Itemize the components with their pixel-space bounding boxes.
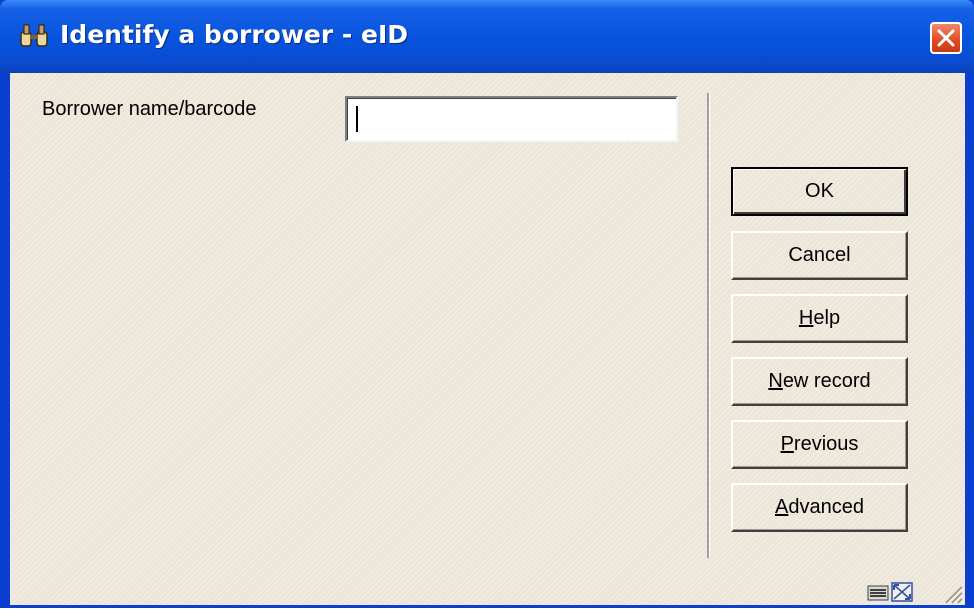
new-record-label: New record [768,370,870,393]
new-record-label-rest: ew record [782,370,871,392]
help-label-rest: elp [813,307,841,329]
ok-label: OK [805,180,834,202]
previous-mnemonic: P [780,433,794,455]
text-caret [356,106,358,132]
close-button[interactable] [930,22,962,54]
advanced-button[interactable]: Advanced [731,483,908,532]
window-title: Identify a borrower - eID [60,20,408,49]
dialog-window: Identify a borrower - eID Borrower name/… [0,0,974,608]
vertical-divider [707,93,710,558]
keyboard-icon[interactable] [867,585,889,601]
cancel-button[interactable]: Cancel [731,231,908,280]
borrower-label: Borrower name/barcode [42,98,257,120]
previous-button[interactable]: Previous [731,420,908,469]
borrower-input-frame[interactable] [345,96,678,142]
previous-label-rest: revious [793,433,859,455]
resize-window-icon[interactable] [891,582,913,602]
binoculars-icon [18,22,52,50]
help-button[interactable]: Help [731,294,908,343]
cancel-label: Cancel [788,244,851,266]
title-bar[interactable]: Identify a borrower - eID [0,0,974,73]
advanced-label-rest: dvanced [788,496,864,518]
help-label: Help [799,307,840,330]
status-icons [867,581,917,603]
size-grip-icon[interactable] [938,579,964,605]
ok-button[interactable]: OK [731,167,908,216]
advanced-label: Advanced [775,496,864,519]
advanced-mnemonic: A [775,496,789,518]
help-mnemonic: H [798,307,814,329]
new-record-mnemonic: N [768,370,783,392]
previous-label: Previous [781,433,859,456]
close-icon [937,29,955,47]
dialog-body: Borrower name/barcode OK Cancel Help New… [10,73,965,605]
borrower-input[interactable] [347,98,676,140]
new-record-button[interactable]: New record [731,357,908,406]
